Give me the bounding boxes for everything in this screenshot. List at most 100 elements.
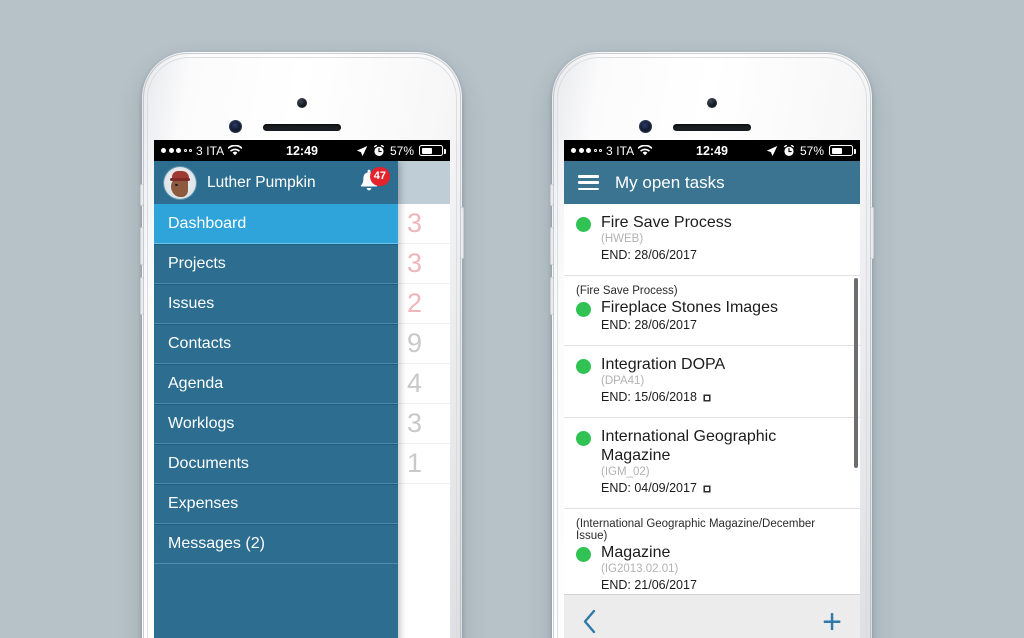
left-app-area: 3 3 2 9 4 3 1 Luther Pumpkin 47 Dashboar… xyxy=(154,161,450,638)
avatar-hat-brim-shape xyxy=(170,177,190,181)
sidebar-header: Luther Pumpkin 47 xyxy=(154,161,398,204)
carrier-label: 3 ITA xyxy=(196,143,225,158)
task-end-date: END: 28/06/2017 xyxy=(601,318,697,332)
volume-down-button[interactable] xyxy=(550,277,554,315)
sidebar-item-label: Agenda xyxy=(168,375,224,392)
proximity-sensor-icon xyxy=(707,98,717,108)
page-title: My open tasks xyxy=(615,172,725,192)
silent-switch[interactable] xyxy=(550,184,554,206)
power-button[interactable] xyxy=(460,207,464,259)
navigation-bar: My open tasks xyxy=(564,161,860,204)
volume-up-button[interactable] xyxy=(140,227,144,265)
sidebar-item-label: Worklogs xyxy=(168,415,235,432)
battery-percent-label: 57% xyxy=(799,143,824,158)
task-end-date: END: 15/06/2018 xyxy=(601,390,697,404)
battery-icon xyxy=(419,145,446,156)
alarm-clock-icon xyxy=(373,144,385,157)
task-list-item[interactable]: (International Geographic Magazine/Decem… xyxy=(564,509,860,594)
right-phone-device: 3 ITA 12:49 57% My open tasks Fire Save … xyxy=(550,52,874,638)
sidebar-item-dashboard[interactable]: Dashboard xyxy=(154,204,398,244)
right-phone-screen: 3 ITA 12:49 57% My open tasks Fire Save … xyxy=(564,140,860,638)
task-title: Fireplace Stones Images xyxy=(601,299,778,316)
background-row-count: 3 xyxy=(406,408,422,438)
signal-strength-icon xyxy=(571,148,602,153)
task-title: Integration DOPA xyxy=(601,356,726,373)
sidebar-item-messages[interactable]: Messages (2) xyxy=(154,524,398,564)
task-list-item[interactable]: (Fire Save Process) Fireplace Stones Ima… xyxy=(564,276,860,346)
milestone-diamond-icon xyxy=(702,393,712,403)
status-bar-left: 3 ITA xyxy=(571,144,712,158)
task-code: (HWEB) xyxy=(601,233,644,245)
sidebar-item-worklogs[interactable]: Worklogs xyxy=(154,404,398,444)
task-list-item[interactable]: Integration DOPA (DPA41) END: 15/06/2018 xyxy=(564,346,860,418)
right-app-area: My open tasks Fire Save Process (HWEB) E… xyxy=(564,161,860,638)
task-list[interactable]: Fire Save Process (HWEB) END: 28/06/2017… xyxy=(564,204,860,594)
wifi-icon xyxy=(638,145,653,156)
sidebar-item-projects[interactable]: Projects xyxy=(154,244,398,284)
bottom-toolbar: + xyxy=(564,594,860,638)
task-title: International Geographic Magazine xyxy=(601,428,777,464)
status-dot-green-icon xyxy=(576,359,591,374)
status-dot-green-icon xyxy=(576,302,591,317)
sidebar-item-label: Dashboard xyxy=(168,214,247,232)
silent-switch[interactable] xyxy=(140,184,144,206)
status-dot-green-icon xyxy=(576,547,591,562)
background-row-count: 3 xyxy=(406,208,422,238)
task-list-item[interactable]: Fire Save Process (HWEB) END: 28/06/2017 xyxy=(564,204,860,276)
plus-icon[interactable]: + xyxy=(822,605,842,638)
user-avatar-icon[interactable] xyxy=(164,166,196,199)
task-content: Integration DOPA (DPA41) END: 15/06/2018 xyxy=(576,355,848,406)
task-code: (DPA41) xyxy=(601,375,645,387)
status-bar: 3 ITA 12:49 57% xyxy=(564,140,860,161)
background-row-count: 9 xyxy=(406,328,422,358)
volume-up-button[interactable] xyxy=(550,227,554,265)
task-parent-path: (Fire Save Process) xyxy=(576,285,678,297)
avatar-eye-shape xyxy=(175,183,178,186)
left-phone-device: 3 ITA 12:49 57% 3 3 2 9 4 3 1 Luther Pum… xyxy=(140,52,464,638)
front-camera-icon xyxy=(229,120,242,133)
left-phone-screen: 3 ITA 12:49 57% 3 3 2 9 4 3 1 Luther Pum… xyxy=(154,140,450,638)
sidebar-menu: Dashboard Projects Issues Contacts Agend… xyxy=(154,204,398,638)
sidebar-item-label: Issues xyxy=(168,295,215,312)
sidebar-item-label: Expenses xyxy=(168,495,239,512)
task-title: Magazine xyxy=(601,544,671,561)
background-row-count: 1 xyxy=(406,448,422,478)
battery-percent-label: 57% xyxy=(389,143,414,158)
milestone-diamond-icon xyxy=(702,484,712,494)
wifi-icon xyxy=(228,145,243,156)
task-list-item[interactable]: International Geographic Magazine (IGM_0… xyxy=(564,418,860,509)
volume-down-button[interactable] xyxy=(140,277,144,315)
sidebar-drawer: Luther Pumpkin 47 Dashboard Projects Iss… xyxy=(154,161,398,638)
task-end-date: END: 04/09/2017 xyxy=(601,481,697,495)
status-bar-right: 57% xyxy=(302,143,446,158)
status-dot-green-icon xyxy=(576,431,591,446)
alarm-clock-icon xyxy=(783,144,795,157)
earpiece-speaker xyxy=(263,124,341,131)
sidebar-item-documents[interactable]: Documents xyxy=(154,444,398,484)
status-bar: 3 ITA 12:49 57% xyxy=(154,140,450,161)
task-content: Fireplace Stones Images END: 28/06/2017 xyxy=(576,298,848,334)
sidebar-item-contacts[interactable]: Contacts xyxy=(154,324,398,364)
sidebar-item-label: Projects xyxy=(168,255,226,272)
sidebar-item-label: Documents xyxy=(168,455,249,472)
chevron-left-icon[interactable] xyxy=(582,609,598,634)
front-camera-icon xyxy=(639,120,652,133)
hamburger-menu-icon[interactable] xyxy=(578,175,599,190)
battery-icon xyxy=(829,145,856,156)
task-content: Magazine (IG2013.02.01) END: 21/06/2017 xyxy=(576,543,848,594)
location-arrow-icon xyxy=(356,145,368,157)
sidebar-item-issues[interactable]: Issues xyxy=(154,284,398,324)
vertical-scrollbar[interactable] xyxy=(854,278,858,468)
task-end-date: END: 21/06/2017 xyxy=(601,578,697,592)
power-button[interactable] xyxy=(870,207,874,259)
task-content: Fire Save Process (HWEB) END: 28/06/2017 xyxy=(576,213,848,264)
sidebar-item-agenda[interactable]: Agenda xyxy=(154,364,398,404)
sidebar-item-expenses[interactable]: Expenses xyxy=(154,484,398,524)
status-dot-green-icon xyxy=(576,217,591,232)
screenshot-canvas: 3 ITA 12:49 57% 3 3 2 9 4 3 1 Luther Pum… xyxy=(0,0,1024,638)
status-bar-left: 3 ITA xyxy=(161,144,302,158)
notifications-button[interactable]: 47 xyxy=(356,166,390,198)
task-end-date: END: 28/06/2017 xyxy=(601,248,697,262)
status-bar-right: 57% xyxy=(712,143,856,158)
carrier-label: 3 ITA xyxy=(606,143,635,158)
